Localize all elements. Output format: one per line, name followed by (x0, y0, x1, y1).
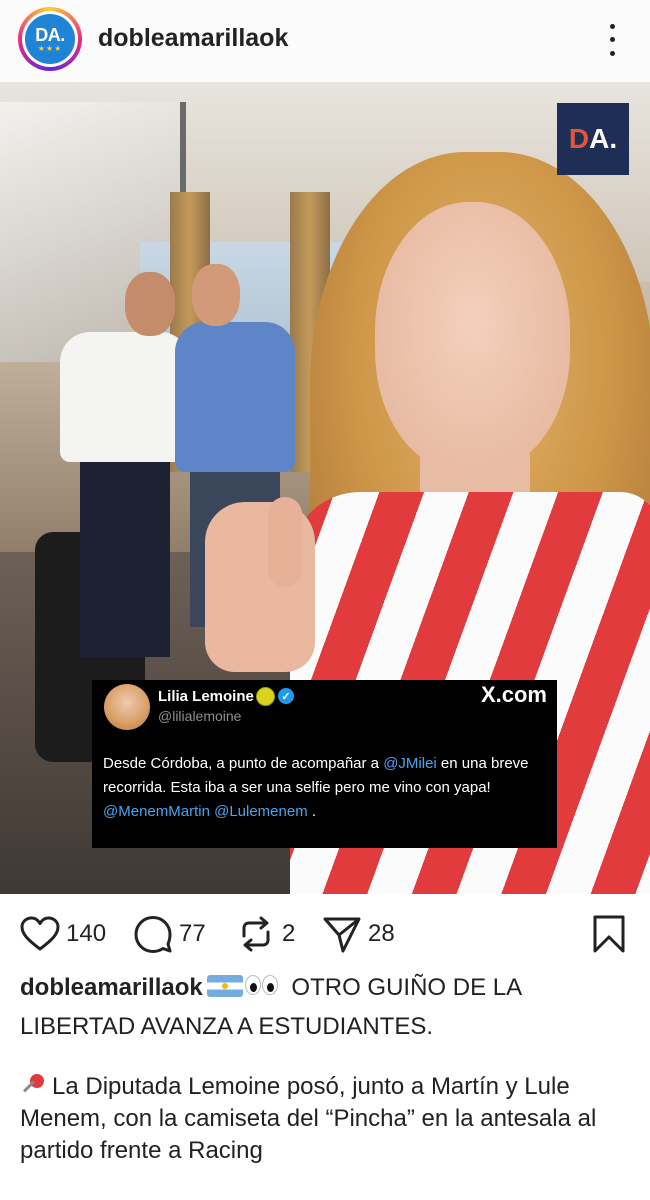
photo-woman-face (375, 202, 570, 472)
avatar-stars: ★★★ (37, 43, 63, 53)
tweet-text: Desde Córdoba, a punto de acompañar a @J… (103, 752, 543, 824)
photo-man-right-shirt (175, 322, 295, 472)
comment-count: 77 (179, 920, 206, 947)
post-photo[interactable]: D A. Lilia Lemoine ✓ @lilialemoine X.com … (0, 82, 650, 894)
verified-badge-icon: ✓ (278, 688, 294, 704)
pushpin-icon (20, 1072, 46, 1098)
avatar-image: DA. ★★★ (25, 14, 75, 64)
eye-shape (244, 975, 261, 995)
share-icon (323, 917, 361, 953)
photo-man-left-shirt (60, 332, 190, 462)
tweet-author-handle: @lilialemoine (158, 708, 242, 724)
caption-headline-paragraph: dobleamarillaok OTRO GUIÑO DE LA LIBERTA… (20, 972, 632, 1043)
heart-icon (20, 916, 60, 951)
caption-body: La Diputada Lemoine posó, junto a Martín… (20, 1073, 597, 1164)
share-button[interactable]: 28 (322, 914, 395, 954)
eyes-icon (244, 975, 279, 1011)
da-logo: D A. (557, 103, 629, 175)
tweet-card: Lilia Lemoine ✓ @lilialemoine X.com Desd… (92, 680, 557, 848)
da-logo-a: A. (589, 123, 618, 154)
avatar-text: DA. (35, 24, 65, 45)
tweet-avatar (104, 684, 150, 730)
username-link[interactable]: dobleamarillaok (98, 24, 288, 53)
caption-username[interactable]: dobleamarillaok (20, 974, 203, 1001)
bookmark-icon (593, 915, 625, 953)
x-logo: X.com (480, 682, 547, 707)
photo-man-left (80, 457, 170, 657)
mention-link: @MenemMartin (103, 803, 210, 820)
like-button[interactable]: 140 (20, 914, 106, 954)
photo-man-left-head (125, 272, 175, 336)
da-logo-d: D (568, 123, 590, 154)
lemon-emoji-icon (256, 687, 275, 706)
post-header: DA. ★★★ dobleamarillaok (0, 0, 650, 82)
photo-man-right-head (192, 264, 240, 326)
mention-link: @Lulemenem (214, 803, 308, 820)
eye-shape (261, 975, 278, 995)
repost-button[interactable]: 2 (236, 914, 295, 954)
photo-thumb (268, 497, 302, 587)
mention-link: @JMilei (383, 755, 437, 772)
comment-icon (134, 916, 172, 953)
tweet-author-name: Lilia Lemoine (158, 688, 254, 705)
caption-body-paragraph: La Diputada Lemoine posó, junto a Martín… (20, 1071, 632, 1167)
more-dot (609, 24, 615, 30)
bookmark-button[interactable] (592, 914, 626, 959)
comment-button[interactable]: 77 (133, 914, 206, 954)
repost-count: 2 (282, 920, 296, 947)
like-count: 140 (66, 920, 107, 947)
post-caption: dobleamarillaok OTRO GUIÑO DE LA LIBERTA… (20, 972, 632, 1167)
tweet-text-part: Desde Córdoba, a punto de acompañar a (103, 755, 384, 772)
argentina-flag-icon (206, 975, 243, 997)
post-actions-bar: 140 77 2 28 (0, 894, 650, 974)
avatar[interactable]: DA. ★★★ (18, 7, 82, 71)
share-count: 28 (368, 920, 395, 947)
avatar-border: DA. ★★★ (22, 11, 78, 67)
tweet-text-part: . (307, 803, 317, 820)
more-dot (609, 50, 615, 56)
repost-icon (242, 916, 270, 952)
more-dot (609, 37, 615, 43)
more-vertical-icon[interactable] (598, 20, 626, 60)
